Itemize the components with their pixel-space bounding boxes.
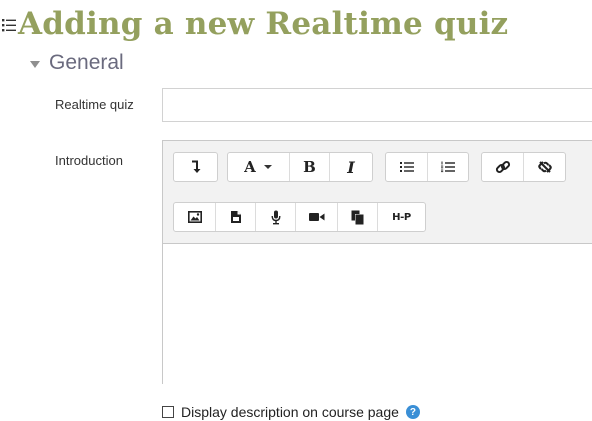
- font-color-button[interactable]: A: [228, 153, 290, 181]
- insert-media-button[interactable]: [216, 203, 256, 231]
- font-color-icon: A: [244, 158, 256, 176]
- chevron-down-icon: [263, 165, 272, 169]
- unlink-button[interactable]: [524, 153, 565, 181]
- section-general-toggle[interactable]: General: [30, 51, 124, 75]
- realtime-quiz-name-input[interactable]: [162, 88, 592, 122]
- toolbar-group-lists: [385, 152, 469, 182]
- ordered-list-button[interactable]: [428, 153, 468, 181]
- unlink-icon: [537, 161, 552, 173]
- link-icon: [495, 160, 510, 174]
- caret-down-icon: [30, 60, 40, 68]
- toolbar-group-links: [481, 152, 566, 182]
- bold-icon: B: [303, 158, 316, 176]
- list-icon: [2, 19, 16, 32]
- record-video-button[interactable]: [296, 203, 338, 231]
- video-camera-icon: [308, 213, 324, 221]
- display-description-checkbox[interactable]: [162, 406, 174, 418]
- introduction-label: Introduction: [55, 153, 123, 168]
- bold-button[interactable]: B: [290, 153, 330, 181]
- page-title: Adding a new Realtime quiz: [2, 4, 508, 44]
- italic-icon: I: [347, 157, 355, 177]
- display-description-label: Display description on course page: [181, 404, 399, 420]
- expand-toolbar-icon: [191, 160, 200, 173]
- insert-h5p-button[interactable]: H-P: [378, 203, 425, 231]
- h5p-icon: H-P: [392, 211, 411, 223]
- microphone-icon: [271, 210, 280, 224]
- toolbar-group-style: A B I: [227, 152, 373, 182]
- insert-image-button[interactable]: [174, 203, 216, 231]
- bullet-list-icon: [399, 162, 414, 172]
- toolbar-toggle-button[interactable]: [174, 153, 217, 181]
- toolbar-group-toggle: [173, 152, 218, 182]
- introduction-editor: A B I H-P: [162, 140, 592, 384]
- page-title-text: Adding a new Realtime quiz: [18, 6, 509, 42]
- question-circle-icon[interactable]: ?: [405, 405, 420, 419]
- display-description-row: Display description on course page ?: [162, 404, 420, 420]
- unordered-list-button[interactable]: [386, 153, 428, 181]
- section-general-label: General: [49, 51, 124, 74]
- image-icon: [187, 211, 202, 223]
- italic-button[interactable]: I: [330, 153, 372, 181]
- toolbar-group-media: H-P: [173, 202, 426, 232]
- copy-files-icon: [351, 210, 364, 224]
- link-button[interactable]: [482, 153, 524, 181]
- introduction-editor-textarea[interactable]: [163, 243, 592, 384]
- record-audio-button[interactable]: [256, 203, 296, 231]
- manage-files-button[interactable]: [338, 203, 378, 231]
- file-icon: [230, 211, 241, 223]
- realtime-quiz-name-label: Realtime quiz: [55, 97, 134, 112]
- numbered-list-icon: [441, 161, 455, 173]
